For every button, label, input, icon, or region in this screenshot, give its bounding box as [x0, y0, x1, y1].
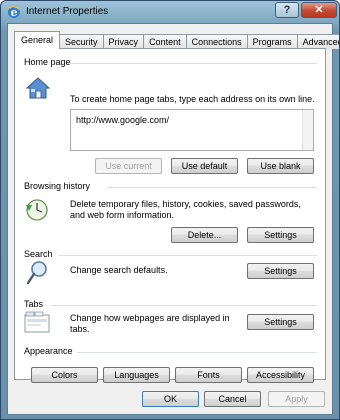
home-page-description: To create home page tabs, type each addr…	[70, 94, 315, 104]
history-clock-icon	[26, 199, 48, 221]
delete-history-button[interactable]: Delete...	[171, 227, 238, 243]
tab-content[interactable]: Content	[143, 34, 187, 49]
tabs-description-line2: tabs.	[70, 324, 90, 334]
home-page-heading: Home page	[24, 57, 71, 67]
internet-explorer-icon: e	[7, 6, 21, 19]
use-default-button[interactable]: Use default	[171, 158, 238, 174]
fonts-button[interactable]: Fonts	[175, 367, 242, 383]
home-icon	[26, 77, 50, 99]
apply-button[interactable]: Apply	[268, 391, 325, 407]
tab-advanced[interactable]: Advanced	[296, 34, 339, 49]
divider	[77, 352, 317, 353]
tab-connections[interactable]: Connections	[185, 34, 248, 49]
question-mark-icon: ?	[283, 4, 291, 16]
close-button[interactable]: ✕	[301, 2, 337, 18]
dialog-client-area: General Security Privacy Content Connect…	[7, 23, 339, 415]
title-bar: e Internet Properties ? ✕	[1, 1, 339, 23]
tab-security[interactable]: Security	[59, 34, 104, 49]
browsing-history-heading: Browsing history	[24, 181, 91, 191]
ok-button[interactable]: OK	[142, 391, 199, 407]
appearance-heading: Appearance	[24, 346, 73, 356]
internet-properties-window: e Internet Properties ? ✕ General Securi…	[0, 0, 340, 420]
accessibility-button[interactable]: Accessibility	[247, 367, 314, 383]
home-page-url-value: http://www.google.com/	[76, 115, 170, 125]
tabbed-window-icon	[24, 311, 50, 333]
general-tab-panel: Home page To create home page tabs, type…	[14, 48, 326, 383]
tab-strip: General Security Privacy Content Connect…	[14, 31, 339, 49]
search-heading: Search	[24, 249, 53, 259]
close-icon: ✕	[314, 4, 324, 16]
tabs-settings-button[interactable]: Settings	[247, 314, 314, 330]
history-settings-button[interactable]: Settings	[247, 227, 314, 243]
use-current-button[interactable]: Use current	[95, 158, 162, 174]
search-description: Change search defaults.	[70, 265, 168, 275]
browsing-history-description-line2: and web form information.	[70, 210, 175, 220]
help-button[interactable]: ?	[275, 2, 299, 18]
home-page-url-field[interactable]: http://www.google.com/	[70, 109, 314, 151]
tabs-heading: Tabs	[24, 299, 44, 309]
divider	[51, 305, 317, 306]
search-settings-button[interactable]: Settings	[247, 263, 314, 279]
tab-programs[interactable]: Programs	[246, 34, 298, 49]
cancel-button[interactable]: Cancel	[204, 391, 261, 407]
tab-general[interactable]: General	[14, 31, 61, 49]
browsing-history-description-line1: Delete temporary files, history, cookies…	[70, 199, 301, 209]
divider	[107, 187, 317, 188]
use-blank-button[interactable]: Use blank	[247, 158, 314, 174]
tabs-description-line1: Change how webpages are displayed in	[70, 313, 230, 323]
languages-button[interactable]: Languages	[103, 367, 170, 383]
tab-privacy[interactable]: Privacy	[102, 34, 145, 49]
search-magnifier-icon	[26, 261, 47, 285]
colors-button[interactable]: Colors	[31, 367, 98, 383]
divider	[67, 63, 317, 64]
url-field-scrollbar[interactable]	[302, 110, 313, 150]
divider	[59, 255, 317, 256]
window-title: Internet Properties	[26, 6, 109, 17]
